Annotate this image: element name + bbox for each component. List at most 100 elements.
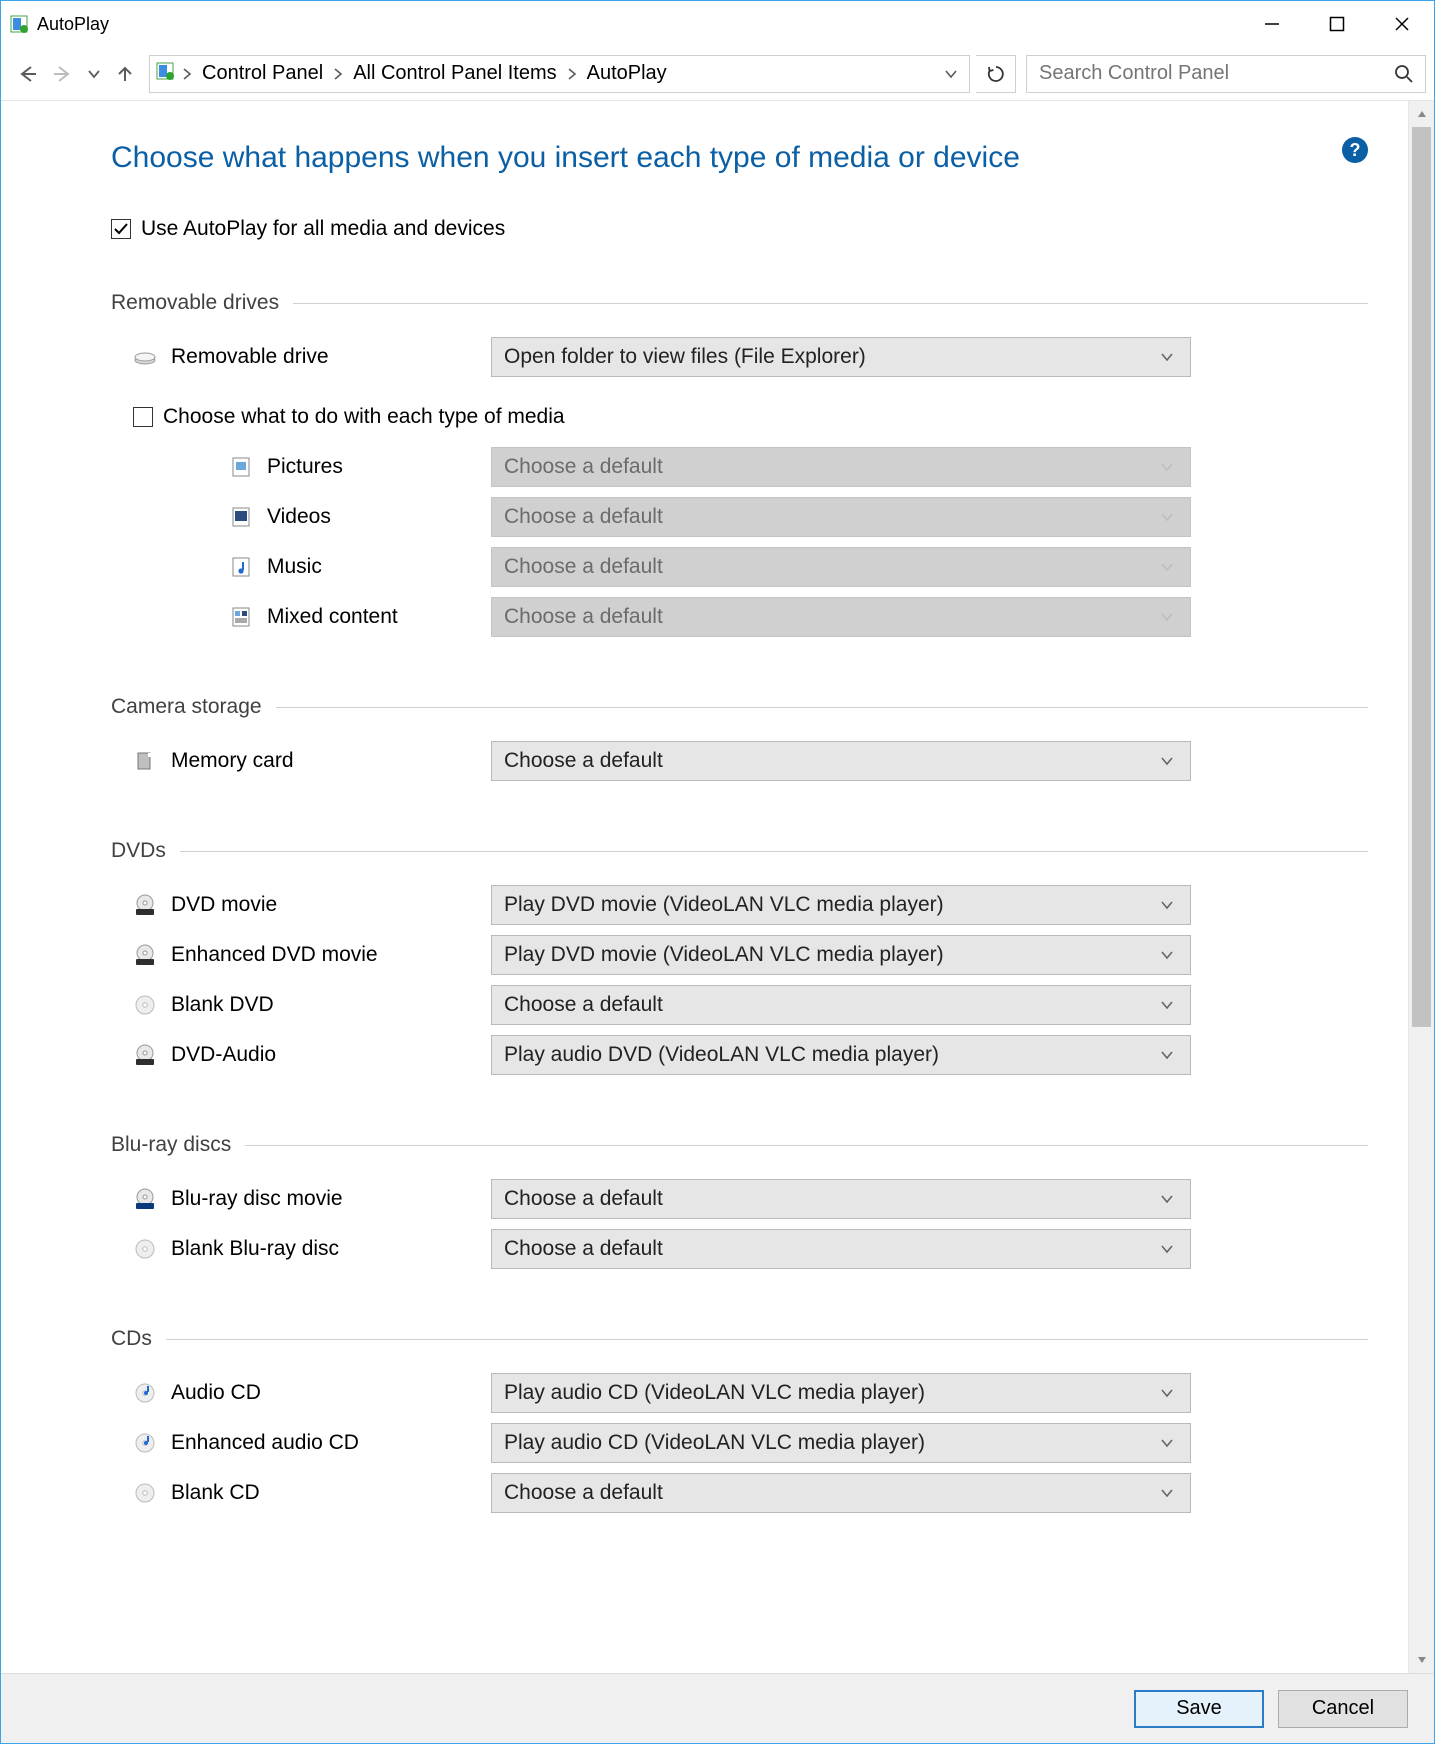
breadcrumb-item[interactable]: AutoPlay [581, 62, 673, 85]
close-button[interactable] [1369, 1, 1434, 47]
dropdown-value: Choose a default [504, 505, 1156, 529]
checkbox-label: Choose what to do with each type of medi… [163, 405, 565, 429]
item-label: Blank CD [171, 1481, 491, 1505]
dropdown-value: Play audio CD (VideoLAN VLC media player… [504, 1381, 1156, 1405]
chevron-down-icon [1156, 350, 1178, 364]
titlebar: AutoPlay [1, 1, 1434, 47]
each-type-checkbox[interactable]: Choose what to do with each type of medi… [133, 405, 1368, 429]
row-mixed-content: Mixed content Choose a default [111, 597, 1368, 637]
scroll-down-button[interactable] [1409, 1647, 1434, 1673]
dropdown-enhanced-dvd-movie[interactable]: Play DVD movie (VideoLAN VLC media playe… [491, 935, 1191, 975]
cancel-button[interactable]: Cancel [1278, 1690, 1408, 1728]
chevron-right-icon[interactable] [178, 67, 196, 81]
disc-icon [133, 993, 157, 1017]
divider [276, 707, 1368, 708]
item-label: Music [267, 555, 491, 579]
item-label: Blank Blu-ray disc [171, 1237, 491, 1261]
divider [166, 1339, 1368, 1340]
disc-icon [133, 1237, 157, 1261]
removable-drive-icon [133, 345, 157, 369]
search-icon[interactable] [1393, 64, 1415, 84]
refresh-button[interactable] [976, 55, 1016, 93]
item-label: Removable drive [171, 345, 491, 369]
dropdown-music: Choose a default [491, 547, 1191, 587]
section-dvds: DVDs DVD movie Play DVD movie (VideoLAN … [111, 839, 1368, 1075]
row-enhanced-dvd-movie: Enhanced DVD movie Play DVD movie (Video… [111, 935, 1368, 975]
search-box[interactable] [1026, 55, 1426, 93]
chevron-down-icon [1156, 754, 1178, 768]
section-camera-storage: Camera storage Memory card Choose a defa… [111, 695, 1368, 781]
item-label: DVD-Audio [171, 1043, 491, 1067]
music-icon [229, 555, 253, 579]
row-memory-card: Memory card Choose a default [111, 741, 1368, 781]
vertical-scrollbar[interactable] [1408, 101, 1434, 1673]
chevron-right-icon[interactable] [329, 67, 347, 81]
bluray-icon [133, 1187, 157, 1211]
dropdown-value: Choose a default [504, 749, 1156, 773]
cd-icon [133, 1381, 157, 1405]
dvd-icon [133, 1043, 157, 1067]
item-label: Audio CD [171, 1381, 491, 1405]
dropdown-dvd-audio[interactable]: Play audio DVD (VideoLAN VLC media playe… [491, 1035, 1191, 1075]
address-bar[interactable]: Control Panel All Control Panel Items Au… [149, 55, 970, 93]
divider [293, 303, 1368, 304]
scroll-up-button[interactable] [1409, 101, 1434, 127]
minimize-button[interactable] [1239, 1, 1304, 47]
dropdown-value: Choose a default [504, 1187, 1156, 1211]
dropdown-enhanced-audio-cd[interactable]: Play audio CD (VideoLAN VLC media player… [491, 1423, 1191, 1463]
maximize-button[interactable] [1304, 1, 1369, 47]
dropdown-blank-bluray[interactable]: Choose a default [491, 1229, 1191, 1269]
app-icon [9, 14, 29, 34]
scroll-thumb[interactable] [1412, 127, 1431, 1027]
memory-card-icon [133, 749, 157, 773]
dropdown-value: Choose a default [504, 1481, 1156, 1505]
section-bluray: Blu-ray discs Blu-ray disc movie Choose … [111, 1133, 1368, 1269]
dropdown-value: Play DVD movie (VideoLAN VLC media playe… [504, 943, 1156, 967]
nav-recent-button[interactable] [81, 56, 107, 92]
chevron-down-icon [1156, 1048, 1178, 1062]
save-button[interactable]: Save [1134, 1690, 1264, 1728]
button-bar: Save Cancel [1, 1673, 1434, 1743]
chevron-down-icon [1156, 1242, 1178, 1256]
pictures-icon [229, 455, 253, 479]
search-input[interactable] [1037, 61, 1393, 86]
dropdown-value: Choose a default [504, 455, 1156, 479]
nav-up-button[interactable] [107, 56, 143, 92]
dropdown-bluray-movie[interactable]: Choose a default [491, 1179, 1191, 1219]
breadcrumb-item[interactable]: Control Panel [196, 62, 329, 85]
chevron-right-icon[interactable] [563, 67, 581, 81]
chevron-down-icon [1156, 610, 1178, 624]
dropdown-blank-cd[interactable]: Choose a default [491, 1473, 1191, 1513]
address-history-button[interactable] [937, 67, 965, 81]
row-audio-cd: Audio CD Play audio CD (VideoLAN VLC med… [111, 1373, 1368, 1413]
row-dvd-movie: DVD movie Play DVD movie (VideoLAN VLC m… [111, 885, 1368, 925]
row-videos: Videos Choose a default [111, 497, 1368, 537]
dropdown-value: Play audio DVD (VideoLAN VLC media playe… [504, 1043, 1156, 1067]
use-autoplay-checkbox[interactable]: Use AutoPlay for all media and devices [111, 217, 1408, 241]
breadcrumb-item[interactable]: All Control Panel Items [347, 62, 562, 85]
divider [180, 851, 1368, 852]
nav-forward-button[interactable] [45, 56, 81, 92]
chevron-down-icon [1156, 898, 1178, 912]
row-dvd-audio: DVD-Audio Play audio DVD (VideoLAN VLC m… [111, 1035, 1368, 1075]
row-pictures: Pictures Choose a default [111, 447, 1368, 487]
row-blank-bluray: Blank Blu-ray disc Choose a default [111, 1229, 1368, 1269]
dropdown-audio-cd[interactable]: Play audio CD (VideoLAN VLC media player… [491, 1373, 1191, 1413]
dropdown-memory-card[interactable]: Choose a default [491, 741, 1191, 781]
dropdown-value: Open folder to view files (File Explorer… [504, 345, 1156, 369]
dropdown-blank-dvd[interactable]: Choose a default [491, 985, 1191, 1025]
dropdown-removable-drive[interactable]: Open folder to view files (File Explorer… [491, 337, 1191, 377]
dropdown-value: Choose a default [504, 1237, 1156, 1261]
nav-back-button[interactable] [9, 56, 45, 92]
divider [245, 1145, 1368, 1146]
dropdown-value: Choose a default [504, 605, 1156, 629]
toolbar: Control Panel All Control Panel Items Au… [1, 47, 1434, 101]
chevron-down-icon [1156, 510, 1178, 524]
dropdown-value: Play audio CD (VideoLAN VLC media player… [504, 1431, 1156, 1455]
chevron-down-icon [1156, 1486, 1178, 1500]
help-button[interactable]: ? [1342, 137, 1368, 163]
dropdown-dvd-movie[interactable]: Play DVD movie (VideoLAN VLC media playe… [491, 885, 1191, 925]
row-blank-cd: Blank CD Choose a default [111, 1473, 1368, 1513]
section-removable-drives: Removable drives Removable drive Open fo… [111, 291, 1368, 637]
window: AutoPlay Control Panel [0, 0, 1435, 1744]
